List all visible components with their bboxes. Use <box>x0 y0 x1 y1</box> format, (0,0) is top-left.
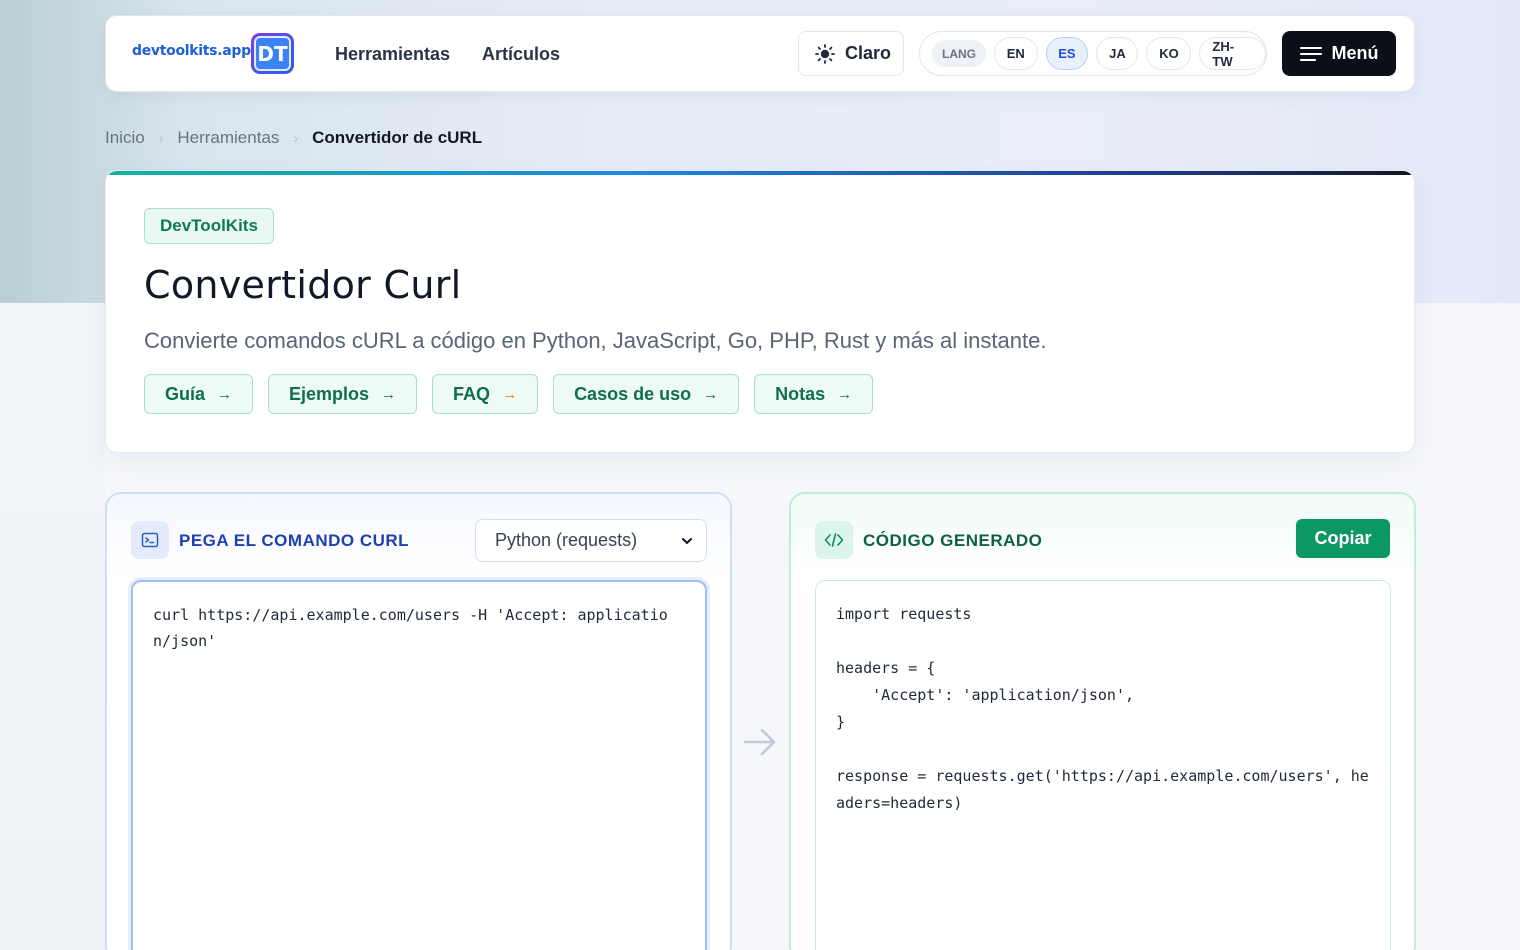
language-switcher: LANG EN ES JA KO ZH-TW <box>919 31 1267 76</box>
breadcrumb-separator: › <box>293 130 299 146</box>
language-es[interactable]: ES <box>1045 37 1089 70</box>
hero-card: DevToolKits Convertidor Curl Convierte c… <box>105 170 1415 453</box>
logo-mark-letters: DT <box>254 36 291 71</box>
chevron-down-icon <box>682 537 692 544</box>
arrow-right-icon: → <box>703 385 719 403</box>
arrow-right-icon: → <box>217 385 233 403</box>
language-label: LANG <box>932 40 986 67</box>
nav-link-articulos[interactable]: Artículos <box>482 44 560 65</box>
arrow-right-icon: → <box>381 385 397 403</box>
terminal-icon <box>131 521 169 559</box>
language-ko[interactable]: KO <box>1146 37 1192 70</box>
section-link-ejemplos[interactable]: Ejemplos → <box>268 374 418 414</box>
sun-icon <box>815 43 835 64</box>
breadcrumb-separator: › <box>158 130 164 146</box>
output-panel-title: CÓDIGO GENERADO <box>863 531 1043 550</box>
section-link-label: Notas <box>775 383 826 404</box>
hero-accent-bar <box>106 171 1414 175</box>
section-link-casos-de-uso[interactable]: Casos de uso → <box>553 374 740 414</box>
menu-button[interactable]: Menú <box>1282 31 1396 76</box>
generated-code-output[interactable]: import requests headers = { 'Accept': 'a… <box>815 580 1391 950</box>
section-link-label: FAQ <box>453 383 491 404</box>
section-link-notas[interactable]: Notas → <box>754 374 874 414</box>
section-link-faq[interactable]: FAQ → <box>432 374 539 414</box>
target-language-select[interactable]: Python (requests) <box>475 519 707 562</box>
section-link-label: Guía <box>165 383 206 404</box>
code-icon <box>815 521 853 559</box>
breadcrumb-herramientas[interactable]: Herramientas <box>177 128 279 148</box>
target-language-value: Python (requests) <box>495 530 638 550</box>
output-panel: CÓDIGO GENERADO Copiar import requests h… <box>789 492 1416 950</box>
site-header: devtoolkits.app DT Herramientas Artículo… <box>105 15 1415 92</box>
logo-text[interactable]: devtoolkits.app <box>132 43 251 59</box>
input-panel: PEGA EL COMANDO CURL Python (requests) c… <box>105 492 732 950</box>
arrow-right-icon: → <box>837 385 853 403</box>
section-link-label: Casos de uso <box>574 383 692 404</box>
nav-link-herramientas[interactable]: Herramientas <box>335 44 450 65</box>
breadcrumb: Inicio › Herramientas › Convertidor de c… <box>105 128 482 148</box>
hamburger-icon <box>1299 46 1322 61</box>
arrow-right-icon <box>743 728 776 756</box>
logo-icon[interactable]: DT <box>251 33 294 74</box>
breadcrumb-current: Convertidor de cURL <box>312 128 483 147</box>
breadcrumb-inicio[interactable]: Inicio <box>105 128 145 148</box>
language-ja[interactable]: JA <box>1096 37 1139 70</box>
page-title: Convertidor Curl <box>144 263 462 307</box>
theme-toggle-button[interactable]: Claro <box>798 31 904 76</box>
theme-toggle-label: Claro <box>845 43 892 63</box>
section-link-label: Ejemplos <box>289 383 370 404</box>
brand-badge: DevToolKits <box>144 208 274 244</box>
section-link-guia[interactable]: Guía → <box>144 374 254 414</box>
language-zh-tw[interactable]: ZH-TW <box>1199 37 1267 70</box>
arrow-right-icon: → <box>502 385 518 403</box>
curl-command-input[interactable]: curl https://api.example.com/users -H 'A… <box>131 580 707 950</box>
page-background-left <box>0 303 105 950</box>
copy-button[interactable]: Copiar <box>1296 519 1390 558</box>
language-en[interactable]: EN <box>994 37 1038 70</box>
page-subtitle: Convierte comandos cURL a código en Pyth… <box>144 328 1047 353</box>
menu-label: Menú <box>1331 43 1379 63</box>
section-links: Guía → Ejemplos → FAQ → Casos de uso → N… <box>144 374 874 414</box>
input-panel-title: PEGA EL COMANDO CURL <box>179 531 410 550</box>
